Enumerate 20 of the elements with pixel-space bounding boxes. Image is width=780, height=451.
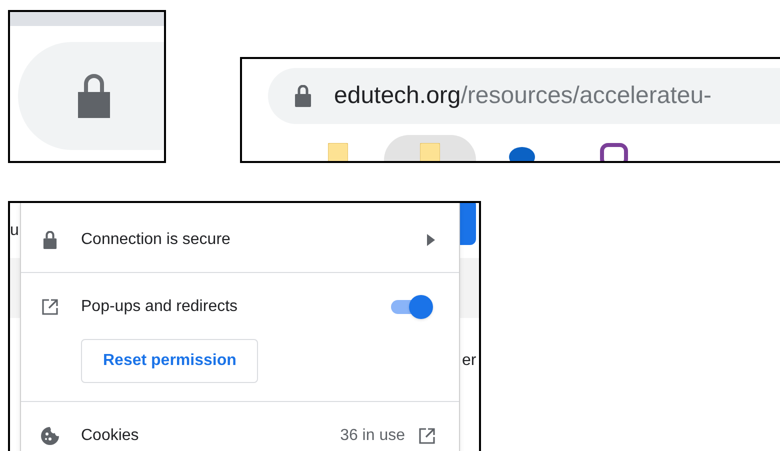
background-text: er [462,353,476,369]
setting-label: Cookies [81,426,140,446]
external-link-icon [42,299,58,315]
setting-label: Pop-ups and redirects [81,297,239,317]
folder-icon [420,143,440,161]
cookie-icon [41,427,59,445]
external-link-icon[interactable] [419,428,435,444]
folder-icon [328,143,348,161]
connection-security-link[interactable]: Connection is secure [81,228,405,252]
background-text: u [10,223,19,239]
url-text: edutech.org/resources/accelerateu- [334,81,712,111]
chevron-right-icon[interactable] [427,234,435,246]
lock-icon [43,231,57,249]
toggle-switch[interactable] [391,295,433,319]
lock-icon [294,85,312,107]
address-bar[interactable]: edutech.org/resources/accelerateu- [268,68,780,124]
lock-icon[interactable] [78,74,110,118]
cookie-count: 36 in use [340,426,405,446]
reset-permission-button[interactable]: Reset permission [81,339,258,383]
app-icon [600,143,628,161]
